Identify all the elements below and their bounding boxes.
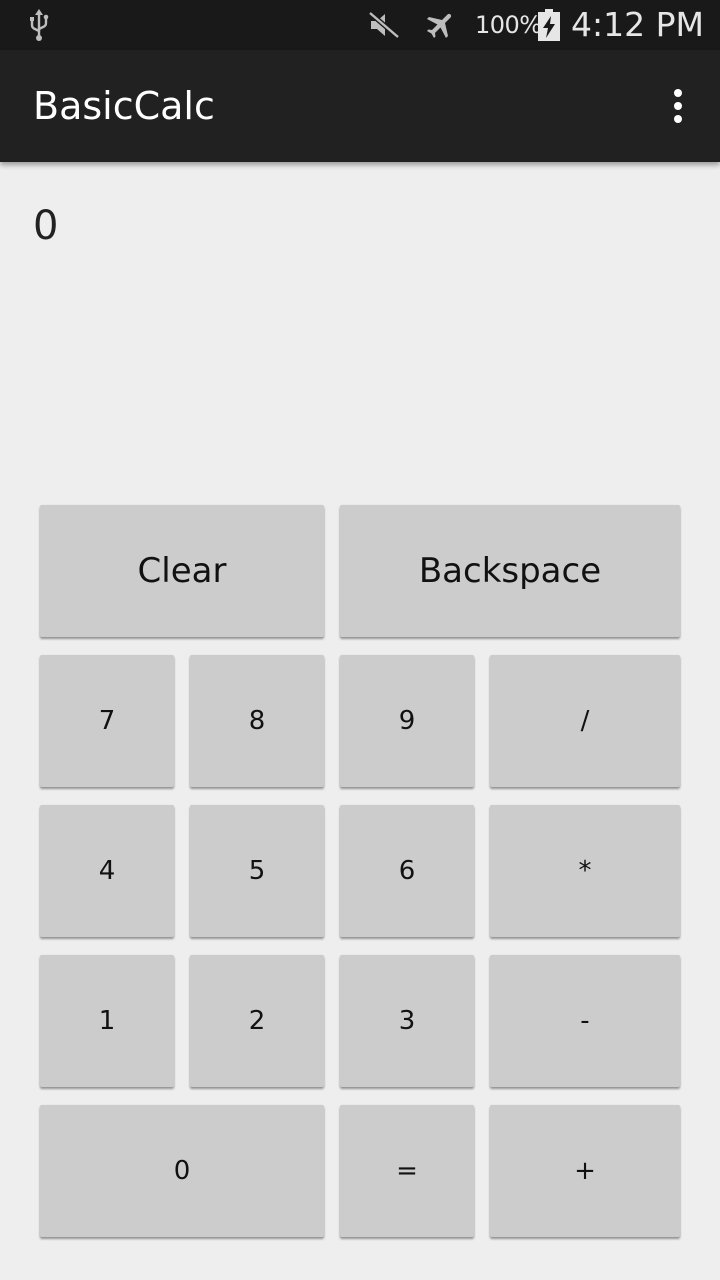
app-title: BasicCalc — [33, 84, 215, 128]
digit-2-button[interactable]: 2 — [190, 955, 324, 1087]
digit-0-label: 0 — [173, 1156, 191, 1186]
usb-icon — [24, 0, 54, 50]
multiply-button[interactable]: * — [490, 805, 680, 937]
digit-3-button[interactable]: 3 — [340, 955, 474, 1087]
digit-5-label: 5 — [248, 856, 266, 886]
digit-7-button[interactable]: 7 — [40, 655, 174, 787]
digit-6-label: 6 — [398, 856, 416, 886]
digit-9-label: 9 — [398, 706, 416, 736]
clear-label: Clear — [137, 551, 227, 591]
equals-label: = — [396, 1156, 418, 1186]
battery-charging-icon — [536, 0, 562, 50]
digit-1-button[interactable]: 1 — [40, 955, 174, 1087]
clock: 4:12 PM — [571, 5, 704, 44]
divide-label: / — [580, 706, 590, 736]
digit-2-label: 2 — [248, 1006, 266, 1036]
digit-1-label: 1 — [98, 1006, 116, 1036]
more-vert-icon[interactable] — [666, 87, 690, 125]
digit-8-label: 8 — [248, 706, 266, 736]
digit-3-label: 3 — [398, 1006, 416, 1036]
plus-button[interactable]: + — [490, 1105, 680, 1237]
clear-button[interactable]: Clear — [40, 505, 324, 637]
digit-0-button[interactable]: 0 — [40, 1105, 324, 1237]
digit-6-button[interactable]: 6 — [340, 805, 474, 937]
status-bar: 100% 4:12 PM — [0, 0, 720, 50]
minus-label: - — [580, 1006, 590, 1036]
divide-button[interactable]: / — [490, 655, 680, 787]
digit-4-button[interactable]: 4 — [40, 805, 174, 937]
app-bar: BasicCalc — [0, 50, 720, 162]
digit-8-button[interactable]: 8 — [190, 655, 324, 787]
plus-label: + — [574, 1156, 596, 1186]
multiply-label: * — [578, 856, 592, 886]
calculator-display: 0 — [33, 203, 59, 249]
equals-button[interactable]: = — [340, 1105, 474, 1237]
airplane-icon — [422, 0, 460, 50]
battery-percent: 100% — [475, 11, 542, 39]
minus-button[interactable]: - — [490, 955, 680, 1087]
digit-9-button[interactable]: 9 — [340, 655, 474, 787]
digit-7-label: 7 — [98, 706, 116, 736]
mute-icon — [366, 0, 402, 50]
digit-4-label: 4 — [98, 856, 116, 886]
digit-5-button[interactable]: 5 — [190, 805, 324, 937]
backspace-label: Backspace — [418, 551, 602, 591]
backspace-button[interactable]: Backspace — [340, 505, 680, 637]
